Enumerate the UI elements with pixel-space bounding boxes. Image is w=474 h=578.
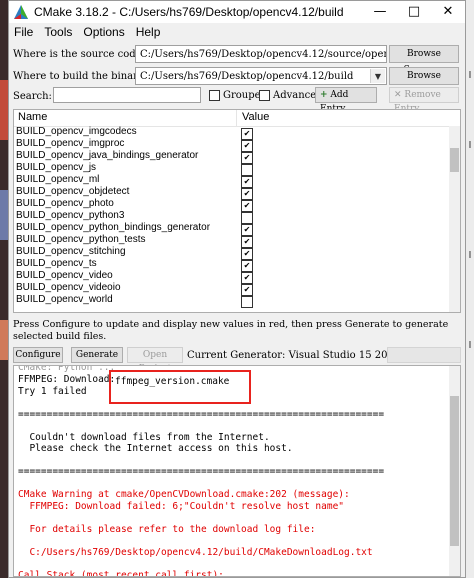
log-line: FFMPEG: Download failed: 6;"Couldn't res…: [18, 500, 345, 512]
desktop-background-left: [0, 0, 8, 578]
minimize-button[interactable]: —: [363, 1, 397, 23]
current-generator-label: Current Generator: Visual Studio 15 2017: [187, 350, 401, 361]
row-name: BUILD_opencv_imgcodecs: [16, 126, 137, 137]
row-name: BUILD_opencv_stitching: [16, 246, 126, 257]
log-line: C:/Users/hs769/Desktop/opencv4.12/build/…: [18, 546, 373, 558]
highlight-annotation: ffmpeg_version.cmake: [109, 370, 251, 404]
generate-button[interactable]: Generate: [71, 347, 123, 363]
grouped-checkbox[interactable]: [209, 90, 220, 101]
cmake-window: CMake 3.18.2 - C:/Users/hs769/Desktop/op…: [8, 0, 466, 578]
title-bar: CMake 3.18.2 - C:/Users/hs769/Desktop/op…: [9, 1, 465, 23]
search-label: Search:: [13, 91, 52, 102]
log-clipped-line: CMake: Python ...: [18, 365, 116, 373]
row-name: BUILD_opencv_video: [16, 270, 113, 281]
cmake-logo-icon: [14, 5, 28, 19]
configure-button[interactable]: Configure: [13, 347, 63, 363]
output-log: CMake: Python ... FFMPEG: Download: Try …: [13, 365, 461, 577]
log-line: For details please refer to the download…: [18, 523, 316, 535]
table-scrollbar[interactable]: [449, 126, 460, 312]
status-text: Press Configure to update and display ne…: [13, 319, 449, 342]
close-button[interactable]: ✕: [431, 1, 465, 23]
browse-source-button[interactable]: Browse Source...: [389, 45, 459, 75]
row-name: BUILD_opencv_world: [16, 294, 113, 305]
log-scrollbar-thumb[interactable]: [450, 396, 459, 546]
row-name: BUILD_opencv_java_bindings_generator: [16, 150, 199, 161]
row-name: BUILD_opencv_videoio: [16, 282, 121, 293]
maximize-button[interactable]: □: [397, 1, 431, 23]
row-name: BUILD_opencv_js: [16, 162, 97, 173]
window-title: CMake 3.18.2 - C:/Users/hs769/Desktop/op…: [34, 5, 344, 19]
menu-help[interactable]: Help: [131, 25, 167, 39]
remove-entry-button[interactable]: ✕ Remove Entry: [389, 87, 459, 114]
log-highlight-text: ffmpeg_version.cmake: [115, 376, 230, 387]
browse-build-button[interactable]: Browse Build...: [389, 67, 459, 97]
unchecked-checkbox[interactable]: [241, 296, 253, 308]
row-name: BUILD_opencv_imgproc: [16, 138, 125, 149]
table-header: Name Value: [14, 110, 460, 127]
column-header-value[interactable]: Value: [242, 111, 269, 123]
log-scrollbar[interactable]: [449, 366, 460, 576]
menu-options[interactable]: Options: [78, 25, 130, 39]
row-name: BUILD_opencv_python_bindings_generator: [16, 222, 211, 233]
plus-icon: +: [320, 90, 328, 100]
x-icon: ✕: [394, 90, 402, 100]
progress-bar: [387, 347, 461, 363]
log-line: CMake Warning at cmake/OpenCVDownload.cm…: [18, 489, 350, 500]
log-line: ========================================…: [18, 466, 385, 477]
row-name: BUILD_opencv_ts: [16, 258, 97, 269]
search-input[interactable]: [53, 87, 201, 103]
build-path-combo[interactable]: C:/Users/hs769/Desktop/opencv4.12/build …: [135, 67, 387, 85]
log-line: Couldn't download files from the Interne…: [18, 431, 270, 443]
log-line: FFMPEG: Download:: [18, 374, 121, 385]
row-name: BUILD_opencv_objdetect: [16, 186, 130, 197]
cache-table: Name Value BUILD_opencv_imgcodecs ✔ BUILD_…: [13, 109, 461, 313]
desktop-background-right: I I I I: [466, 0, 474, 578]
menu-tools[interactable]: Tools: [39, 25, 78, 39]
advanced-checkbox[interactable]: [259, 90, 270, 101]
open-project-button[interactable]: Open Project: [127, 347, 183, 374]
row-name: BUILD_opencv_ml: [16, 174, 100, 185]
menu-file[interactable]: File: [9, 25, 39, 39]
row-name: BUILD_opencv_python3: [16, 210, 125, 221]
log-line: Try 1 failed: [18, 385, 87, 397]
chevron-down-icon[interactable]: ▼: [370, 69, 385, 83]
scrollbar-thumb[interactable]: [450, 148, 459, 172]
log-line: Please check the Internet access on this…: [18, 443, 293, 454]
log-line: ========================================…: [18, 408, 385, 420]
log-line: Call Stack (most recent call first):: [18, 569, 224, 577]
table-row[interactable]: BUILD_opencv_world: [14, 294, 450, 308]
build-path-value: C:/Users/hs769/Desktop/opencv4.12/build: [140, 71, 354, 82]
row-name: BUILD_opencv_photo: [16, 198, 114, 209]
source-label: Where is the source code:: [13, 49, 145, 60]
menu-bar: File Tools Options Help: [9, 23, 465, 41]
source-path-field[interactable]: C:/Users/hs769/Desktop/opencv4.12/source…: [135, 45, 387, 63]
column-header-name[interactable]: Name: [18, 111, 47, 123]
add-entry-button[interactable]: + Add Entry: [315, 87, 377, 114]
row-name: BUILD_opencv_python_tests: [16, 234, 146, 245]
